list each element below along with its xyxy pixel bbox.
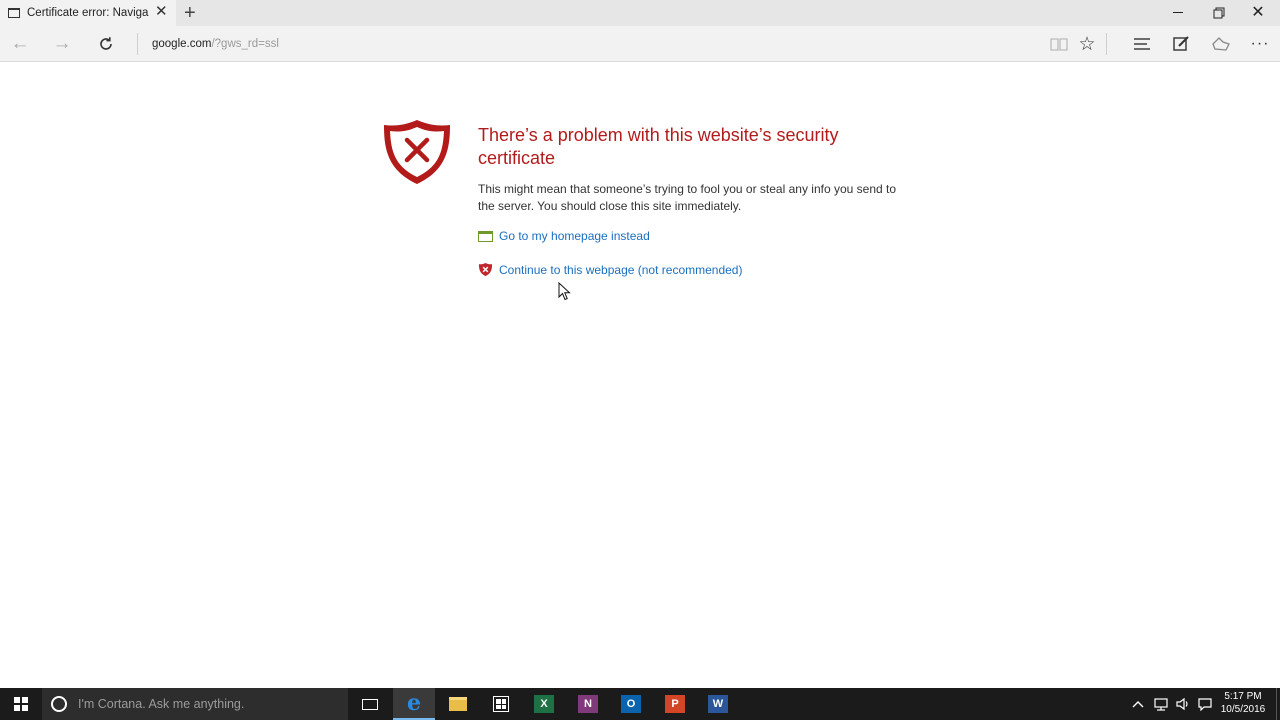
tab-certificate-error[interactable]: Certificate error: Naviga ✕ xyxy=(0,0,176,26)
address-host: google.com xyxy=(152,38,212,50)
restore-icon xyxy=(1213,7,1225,19)
cortana-placeholder: I'm Cortana. Ask me anything. xyxy=(78,697,245,711)
show-hidden-icons-chevron-icon[interactable] xyxy=(1130,688,1146,720)
task-view-icon xyxy=(362,698,378,710)
taskbar: I'm Cortana. Ask me anything. e X N O P … xyxy=(0,688,1280,720)
excel-icon: X xyxy=(534,695,554,713)
taskbar-app-edge[interactable]: e xyxy=(393,688,435,720)
outlook-icon: O xyxy=(621,695,641,713)
back-arrow-icon[interactable]: ← xyxy=(6,26,34,62)
taskbar-app-file-explorer[interactable] xyxy=(437,688,479,720)
cortana-icon xyxy=(51,696,67,712)
minimize-button[interactable] xyxy=(1158,0,1198,26)
close-tab-icon[interactable]: ✕ xyxy=(155,4,168,20)
powerpoint-icon: P xyxy=(665,695,685,713)
new-tab-icon[interactable]: + xyxy=(184,1,196,25)
restore-button[interactable] xyxy=(1198,0,1238,26)
tab-title: Certificate error: Naviga xyxy=(27,7,149,19)
taskbar-app-onenote[interactable]: N xyxy=(567,688,609,720)
edge-icon: e xyxy=(407,690,421,716)
word-icon: W xyxy=(708,695,728,713)
shield-error-icon xyxy=(384,120,450,184)
web-note-icon[interactable] xyxy=(1168,26,1194,62)
continue-to-webpage-label: Continue to this webpage (not recommende… xyxy=(499,262,743,277)
taskbar-app-excel[interactable]: X xyxy=(523,688,565,720)
taskbar-app-store[interactable] xyxy=(480,688,522,720)
windows-logo-icon xyxy=(14,697,28,711)
address-path: /?gws_rd=ssl xyxy=(211,38,279,50)
divider xyxy=(1106,33,1107,55)
clock-date: 10/5/2016 xyxy=(1220,704,1266,715)
minimize-icon xyxy=(1173,12,1183,13)
more-options-icon[interactable]: ··· xyxy=(1247,26,1273,62)
task-view-button[interactable] xyxy=(349,688,391,720)
volume-icon[interactable] xyxy=(1173,688,1193,720)
go-to-homepage-label: Go to my homepage instead xyxy=(499,229,650,243)
mouse-cursor-icon xyxy=(558,282,571,301)
small-shield-icon xyxy=(478,262,493,277)
navigation-bar: ← → google.com/?gws_rd=ssl ☆ ··· xyxy=(0,26,1280,62)
page-icon xyxy=(8,8,20,18)
reading-view-icon[interactable] xyxy=(1046,26,1072,62)
continue-to-webpage-link[interactable]: Continue to this webpage (not recommende… xyxy=(478,262,742,277)
cortana-search-box[interactable]: I'm Cortana. Ask me anything. xyxy=(42,688,348,720)
show-desktop-button[interactable] xyxy=(1276,688,1277,720)
go-to-homepage-link[interactable]: Go to my homepage instead xyxy=(478,229,650,243)
refresh-icon[interactable] xyxy=(92,26,120,62)
onenote-icon: N xyxy=(578,695,598,713)
error-title: There’s a problem with this website’s se… xyxy=(478,125,839,168)
store-icon xyxy=(493,696,509,712)
action-center-icon[interactable] xyxy=(1195,688,1215,720)
error-description: This might mean that someone’s trying to… xyxy=(478,182,897,213)
taskbar-app-outlook[interactable]: O xyxy=(610,688,652,720)
network-icon[interactable] xyxy=(1151,688,1171,720)
system-clock[interactable]: 5:17 PM 10/5/2016 xyxy=(1217,690,1269,716)
favorite-star-icon[interactable]: ☆ xyxy=(1074,26,1100,62)
taskbar-app-powerpoint[interactable]: P xyxy=(654,688,696,720)
address-bar[interactable]: google.com/?gws_rd=ssl xyxy=(152,26,279,62)
homepage-icon xyxy=(478,230,493,242)
taskbar-app-word[interactable]: W xyxy=(697,688,739,720)
folder-icon xyxy=(449,697,467,711)
divider xyxy=(137,33,138,55)
share-icon[interactable] xyxy=(1208,26,1234,62)
start-button[interactable] xyxy=(0,688,42,720)
forward-arrow-icon[interactable]: → xyxy=(48,26,76,62)
hub-icon[interactable] xyxy=(1129,26,1155,62)
close-window-button[interactable]: ✕ xyxy=(1238,0,1278,26)
tab-strip: Certificate error: Naviga ✕ + ✕ xyxy=(0,0,1280,26)
clock-time: 5:17 PM xyxy=(1224,691,1262,702)
